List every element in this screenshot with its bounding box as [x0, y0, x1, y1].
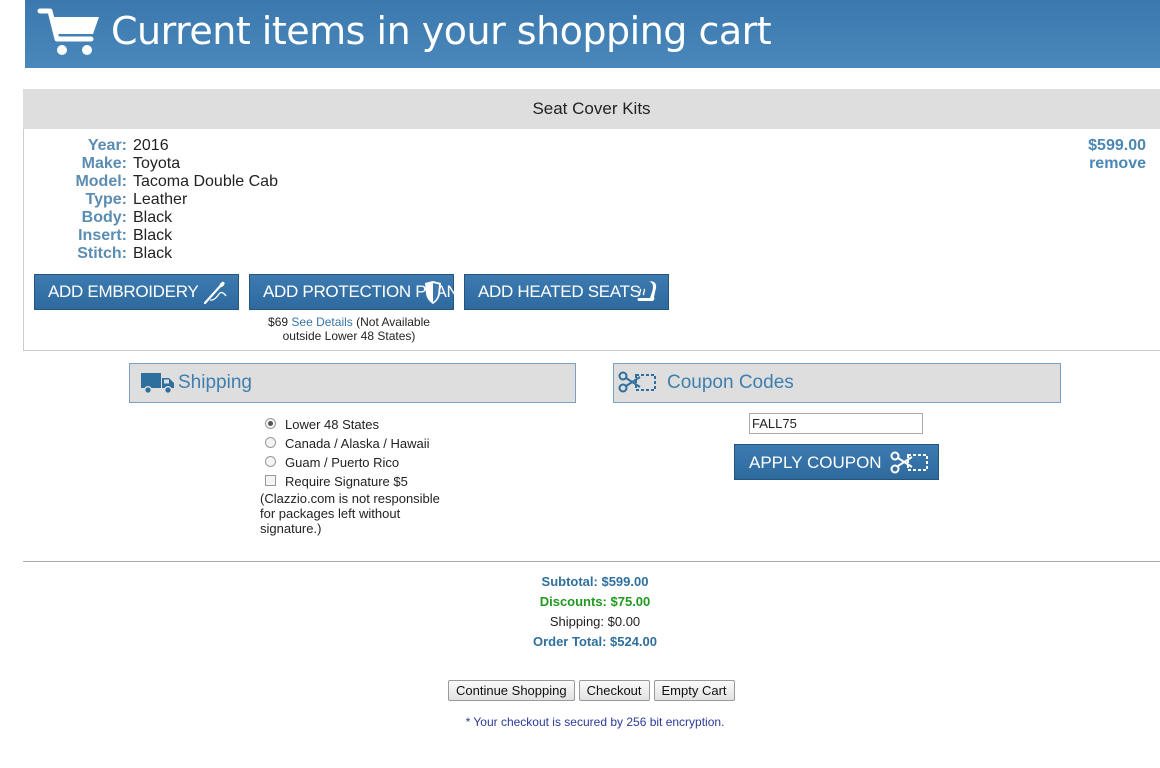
add-heated-seats-button[interactable]: ADD HEATED SEATS — [464, 274, 669, 310]
shipping-cost: Shipping: $0.00 — [549, 614, 641, 629]
section-title: Seat Cover Kits — [23, 89, 1160, 129]
spec-value: Black — [133, 245, 173, 262]
radio-lower48[interactable] — [265, 418, 276, 430]
scissors-icon — [890, 451, 928, 474]
option-label: Lower 48 States — [285, 417, 379, 432]
protection-plan-note: $69 See Details (Not Available outside L… — [259, 315, 439, 343]
divider — [23, 561, 1160, 562]
shipping-panel-header: Shipping — [129, 363, 576, 403]
protection-price: $69 — [268, 315, 289, 329]
require-signature-checkbox[interactable] — [265, 475, 276, 487]
discounts: Discounts: $75.00 — [539, 594, 651, 609]
spec-insert: Insert: Black — [48, 227, 278, 245]
item-price-block: $599.00 remove — [1088, 137, 1146, 173]
radio-guam[interactable] — [265, 456, 276, 468]
radio-canada[interactable] — [265, 437, 276, 449]
order-total: Order Total: $524.00 — [532, 634, 658, 649]
spec-label: Make: — [81, 155, 127, 172]
add-embroidery-label: ADD EMBROIDERY — [48, 282, 199, 301]
item-price: $599.00 — [1088, 137, 1146, 154]
needle-icon — [203, 281, 227, 305]
spec-label: Type: — [85, 191, 127, 208]
spec-value: Tacoma Double Cab — [133, 173, 278, 190]
require-signature-option[interactable]: Require Signature $5 — [260, 472, 450, 491]
spec-stitch: Stitch: Black — [48, 245, 278, 263]
order-totals: Subtotal: $599.00 Discounts: $75.00 Ship… — [395, 572, 795, 652]
spec-model: Model: Tacoma Double Cab — [48, 173, 278, 191]
spec-value: 2016 — [133, 137, 169, 154]
secure-note: * Your checkout is secured by 256 bit en… — [465, 715, 725, 729]
scissors-icon — [618, 371, 656, 393]
spec-value: Toyota — [133, 155, 181, 172]
cart-actions: Continue Shopping Checkout Empty Cart — [448, 680, 739, 701]
remove-link[interactable]: remove — [1088, 155, 1146, 173]
signature-note: (Clazzio.com is not responsible for pack… — [260, 491, 440, 536]
cart-item: Year: 2016 Make: Toyota Model: Tacoma Doubl… — [23, 129, 1160, 351]
signature-label: Require Signature $5 — [285, 474, 408, 489]
shipping-title: Shipping — [178, 372, 252, 393]
add-embroidery-button[interactable]: ADD EMBROIDERY — [34, 274, 239, 310]
empty-cart-button[interactable]: Empty Cart — [653, 680, 735, 701]
shipping-options: Lower 48 States Canada / Alaska / Hawaii… — [260, 415, 450, 536]
apply-coupon-button[interactable]: APPLY COUPON — [734, 444, 939, 480]
spec-body: Body: Black — [48, 209, 278, 227]
spec-label: Insert: — [78, 227, 127, 244]
truck-icon — [141, 373, 174, 395]
shield-icon — [425, 281, 441, 304]
spec-label: Body: — [81, 209, 127, 226]
spec-value: Black — [133, 227, 173, 244]
heated-seat-icon — [637, 281, 657, 301]
checkout-button[interactable]: Checkout — [578, 680, 650, 701]
add-heated-seats-label: ADD HEATED SEATS — [478, 282, 641, 301]
continue-shopping-button[interactable]: Continue Shopping — [448, 680, 575, 701]
spec-type: Type: Leather — [48, 191, 278, 209]
coupon-code-input[interactable] — [749, 413, 923, 434]
apply-coupon-label: APPLY COUPON — [749, 453, 882, 472]
spec-label: Model: — [75, 173, 127, 190]
spec-make: Make: Toyota — [48, 155, 278, 173]
spec-value: Leather — [133, 191, 188, 208]
shipping-option-lower48[interactable]: Lower 48 States — [260, 415, 450, 434]
see-details-link[interactable]: See Details — [291, 315, 352, 329]
spec-year: Year: 2016 — [48, 137, 278, 155]
add-protection-plan-button[interactable]: ADD PROTECTION PLAN — [249, 274, 459, 310]
shipping-option-canada[interactable]: Canada / Alaska / Hawaii — [260, 434, 450, 453]
cart-banner: Current items in your shopping cart — [25, 0, 1160, 68]
subtotal: Subtotal: $599.00 — [541, 574, 649, 589]
spec-label: Year: — [87, 137, 127, 154]
coupon-title: Coupon Codes — [667, 372, 794, 393]
shopping-cart-icon — [37, 8, 99, 55]
shipping-option-guam[interactable]: Guam / Puerto Rico — [260, 453, 450, 472]
banner-title: Current items in your shopping cart — [111, 9, 772, 53]
option-label: Canada / Alaska / Hawaii — [285, 436, 430, 451]
item-specs: Year: 2016 Make: Toyota Model: Tacoma Doubl… — [48, 137, 278, 263]
option-label: Guam / Puerto Rico — [285, 455, 400, 470]
spec-label: Stitch: — [77, 245, 127, 262]
spec-value: Black — [133, 209, 173, 226]
coupon-panel-header: Coupon Codes — [613, 363, 1061, 403]
